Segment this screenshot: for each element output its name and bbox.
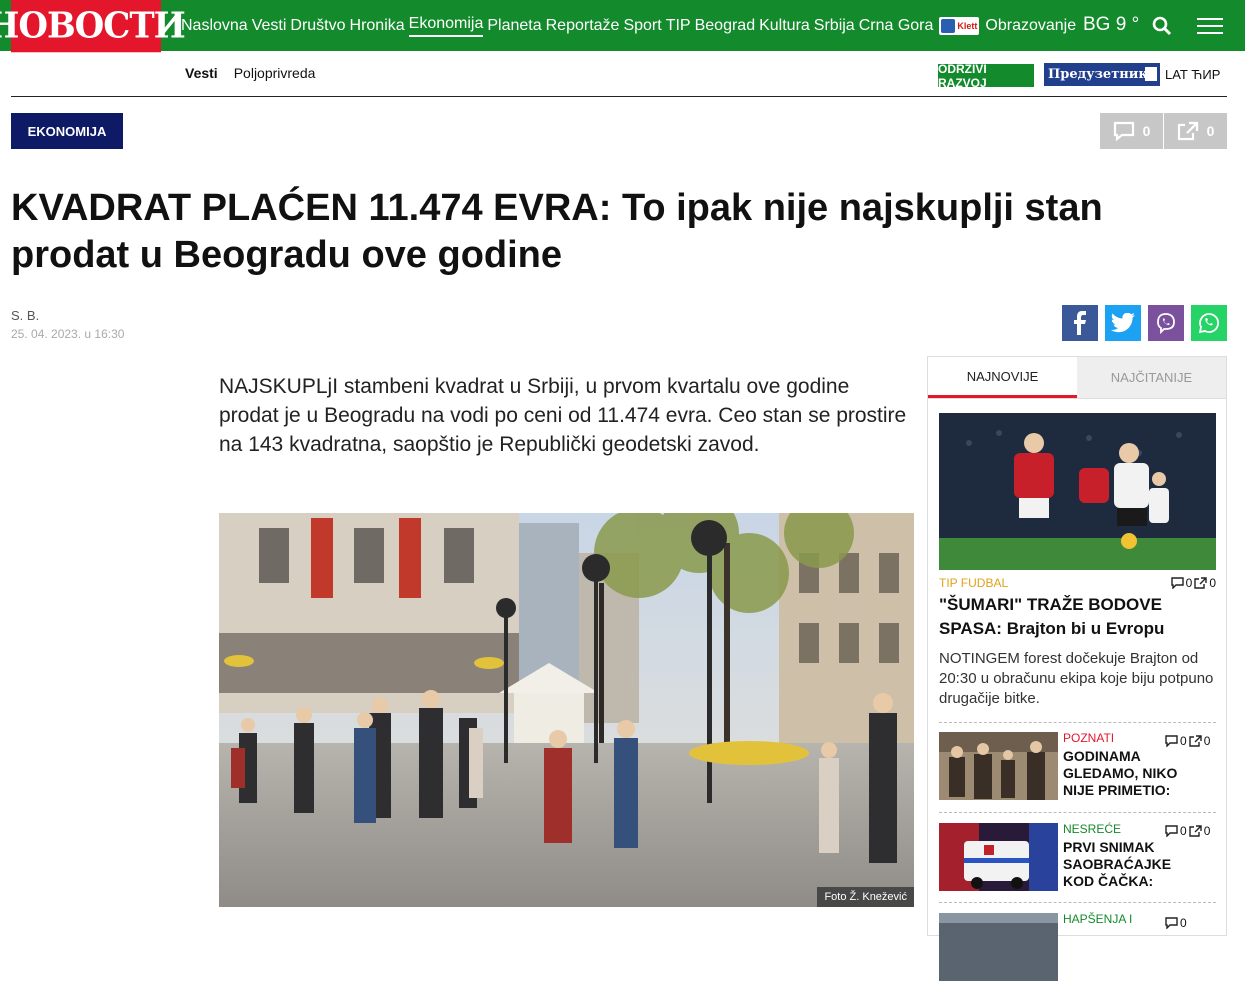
facebook-share-button[interactable]	[1062, 305, 1098, 341]
nav-item-hronika[interactable]: Hronika	[350, 17, 405, 35]
nav-item-planeta[interactable]: Planeta	[487, 17, 541, 35]
nav-item-crna-gora[interactable]: Crna Gora	[859, 17, 934, 35]
top-navigation-bar: НОВОСТИ Naslovna Vesti Društvo Hronika E…	[0, 0, 1245, 53]
preduzetnik-logo[interactable]: Предузетник	[1044, 63, 1160, 86]
news-photo-illustration	[939, 913, 1058, 981]
featured-meta: 0 0	[1170, 576, 1216, 590]
preduzetnik-label: Предузетник	[1048, 67, 1148, 82]
sub-navigation: Vesti Poljoprivreda	[185, 65, 315, 81]
nav-item-vesti[interactable]: Vesti	[252, 17, 287, 35]
divider	[11, 96, 1227, 97]
twitter-share-button[interactable]	[1105, 305, 1141, 341]
article-title: KVADRAT PLAĆEN 11.474 EVRA: To ipak nije…	[11, 187, 1103, 276]
featured-news[interactable]: TIP FUDBAL 0 0 "ŠUMARI" TRAŽE BODOVE SPA…	[939, 576, 1216, 709]
twitter-icon	[1111, 313, 1135, 333]
nav-item-naslovna[interactable]: Naslovna	[181, 17, 248, 35]
facebook-icon	[1074, 311, 1086, 335]
external-share-icon	[1188, 735, 1202, 747]
news-comments-count: 0	[1180, 824, 1187, 838]
article-lead: NAJSKUPLjI stambeni kvadrat u Srbiji, u …	[219, 375, 907, 456]
share-count-button[interactable]: 0	[1164, 113, 1227, 149]
news-meta: 0	[1165, 916, 1187, 930]
news-meta: 0 0	[1165, 734, 1210, 748]
divider	[939, 812, 1216, 813]
comment-icon	[1113, 121, 1134, 141]
nav-item-sport[interactable]: Sport	[623, 17, 661, 35]
nav-item-kultura[interactable]: Kultura	[759, 17, 810, 35]
script-switcher[interactable]: LAT ЋИР	[1165, 67, 1220, 82]
featured-news-image[interactable]	[939, 413, 1216, 570]
menu-icon[interactable]	[1197, 18, 1223, 34]
nav-item-tip[interactable]: TIP	[666, 17, 691, 35]
subnav-item-vesti[interactable]: Vesti	[185, 65, 218, 81]
nav-item-beograd[interactable]: Beograd	[695, 17, 756, 35]
klett-mark-icon	[941, 18, 956, 33]
ambulance-photo-illustration	[939, 823, 1058, 891]
street-scene-illustration	[219, 513, 914, 907]
category-badge[interactable]: EKONOMIJA	[11, 113, 123, 149]
news-meta: 0 0	[1165, 824, 1210, 838]
whatsapp-share-button[interactable]	[1191, 305, 1227, 341]
tab-najnovije[interactable]: NAJNOVIJE	[928, 357, 1077, 398]
celebrity-photo-illustration	[939, 732, 1058, 800]
klett-label: Klett	[957, 20, 978, 31]
comment-icon	[1165, 917, 1178, 929]
news-title[interactable]: GODINAMA GLEDAMO, NIKO NIJE PRIMETIO:	[1063, 748, 1178, 799]
list-item[interactable]: HAPŠENJA I	[1063, 912, 1215, 926]
news-thumbnail[interactable]	[939, 823, 1058, 891]
divider	[939, 902, 1216, 903]
nav-item-drustvo[interactable]: Društvo	[290, 17, 345, 35]
tab-najcitanije[interactable]: NAJČITANIJE	[1077, 357, 1226, 398]
football-match-illustration	[939, 413, 1216, 570]
news-thumbnail[interactable]	[939, 732, 1058, 800]
comment-icon	[1170, 577, 1184, 589]
featured-shares-count: 0	[1209, 576, 1216, 590]
news-thumbnail[interactable]	[939, 913, 1058, 981]
comment-icon	[1165, 735, 1178, 747]
subnav-item-poljoprivreda[interactable]: Poljoprivreda	[234, 65, 316, 81]
external-share-icon	[1194, 577, 1208, 589]
comments-count: 0	[1142, 123, 1151, 139]
photo-caption: Foto Ž. Knežević	[817, 887, 914, 907]
search-icon[interactable]	[1152, 16, 1172, 36]
sidebar-tabs: NAJNOVIJE NAJČITANIJE	[928, 357, 1226, 399]
featured-comments-count: 0	[1185, 576, 1193, 590]
news-comments-count: 0	[1180, 734, 1187, 748]
shares-count: 0	[1206, 123, 1215, 139]
news-shares-count: 0	[1203, 824, 1211, 838]
divider	[939, 722, 1216, 723]
external-share-icon	[1177, 121, 1198, 141]
nav-item-ekonomija[interactable]: Ekonomija	[408, 15, 484, 37]
viber-share-button[interactable]	[1148, 305, 1184, 341]
nav-item-srbija[interactable]: Srbija	[814, 17, 855, 35]
nav-item-reportaze[interactable]: Reportaže	[546, 17, 620, 35]
klett-logo[interactable]: Klett	[939, 16, 980, 35]
whatsapp-icon	[1198, 313, 1220, 334]
sidebar-news: NAJNOVIJE NAJČITANIJE TIP FUDBAL 0 0 "ŠU…	[927, 356, 1227, 981]
featured-summary: NOTINGEM forest dočekuje Brajton od 20:3…	[939, 650, 1214, 707]
external-share-icon	[1188, 825, 1202, 837]
main-nav: Naslovna Vesti Društvo Hronika Ekonomija…	[181, 0, 1076, 51]
site-logo[interactable]: НОВОСТИ	[0, 0, 186, 53]
comments-button[interactable]: 0	[1100, 113, 1163, 149]
viber-icon	[1157, 313, 1175, 334]
news-comments-count: 0	[1180, 916, 1187, 930]
comment-icon	[1165, 825, 1178, 837]
news-shares-count: 0	[1203, 734, 1211, 748]
article-date: 25. 04. 2023. u 16:30	[11, 327, 125, 341]
article-author[interactable]: S. B.	[11, 308, 39, 323]
featured-title[interactable]: "ŠUMARI" TRAŽE BODOVE SPASA: Brajton bi …	[939, 593, 1216, 641]
news-kicker[interactable]: HAPŠENJA I	[1063, 912, 1215, 926]
preduzetnik-mark-icon	[1145, 67, 1157, 81]
news-title[interactable]: PRVI SNIMAK SAOBRAĆAJKE KOD ČAČKA:	[1063, 839, 1178, 890]
weather-widget[interactable]: BG 9 °	[1083, 14, 1139, 36]
odrzivi-razvoj-badge[interactable]: ODRŽIVI RAZVOJ	[938, 62, 1034, 90]
article-photo[interactable]: Foto Ž. Knežević	[219, 513, 914, 907]
nav-item-obrazovanje[interactable]: Obrazovanje	[985, 17, 1076, 35]
